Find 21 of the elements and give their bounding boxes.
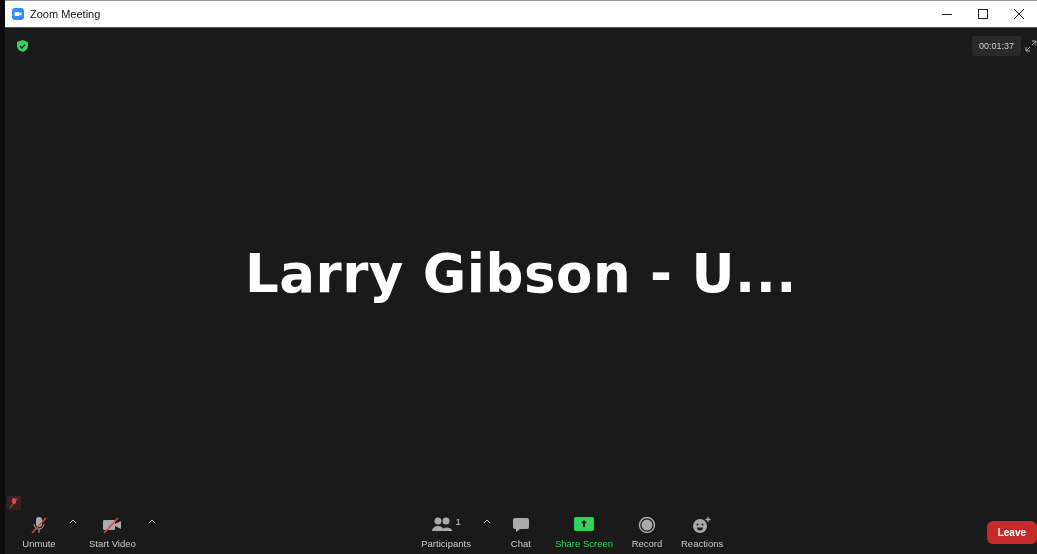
record-button[interactable]: Record	[623, 513, 671, 551]
shield-check-icon[interactable]	[16, 40, 28, 52]
meeting-timer: 00:01:37	[971, 36, 1021, 56]
fullscreen-icon[interactable]	[1025, 40, 1037, 52]
share-screen-icon	[573, 515, 594, 532]
leave-button[interactable]: Leave	[986, 520, 1037, 544]
chat-button[interactable]: Chat	[496, 513, 545, 551]
share-screen-button[interactable]: Share Screen	[548, 513, 619, 551]
mic-button[interactable]: Unmute	[15, 513, 63, 551]
reactions-button[interactable]: Reactions	[675, 513, 730, 551]
speech-bubble-icon	[511, 515, 530, 534]
video-button[interactable]: Start Video	[83, 513, 142, 551]
close-icon[interactable]	[1014, 9, 1024, 19]
people-icon	[431, 515, 454, 532]
record-icon	[638, 515, 656, 534]
participant-name: Larry Gibson - U...	[245, 242, 797, 304]
participants-button[interactable]: 1 Participants	[415, 513, 477, 551]
smiley-plus-icon	[692, 515, 713, 534]
maximize-icon[interactable]	[978, 9, 988, 19]
window-title: Zoom Meeting	[30, 8, 102, 20]
app-logo-icon	[12, 8, 24, 20]
